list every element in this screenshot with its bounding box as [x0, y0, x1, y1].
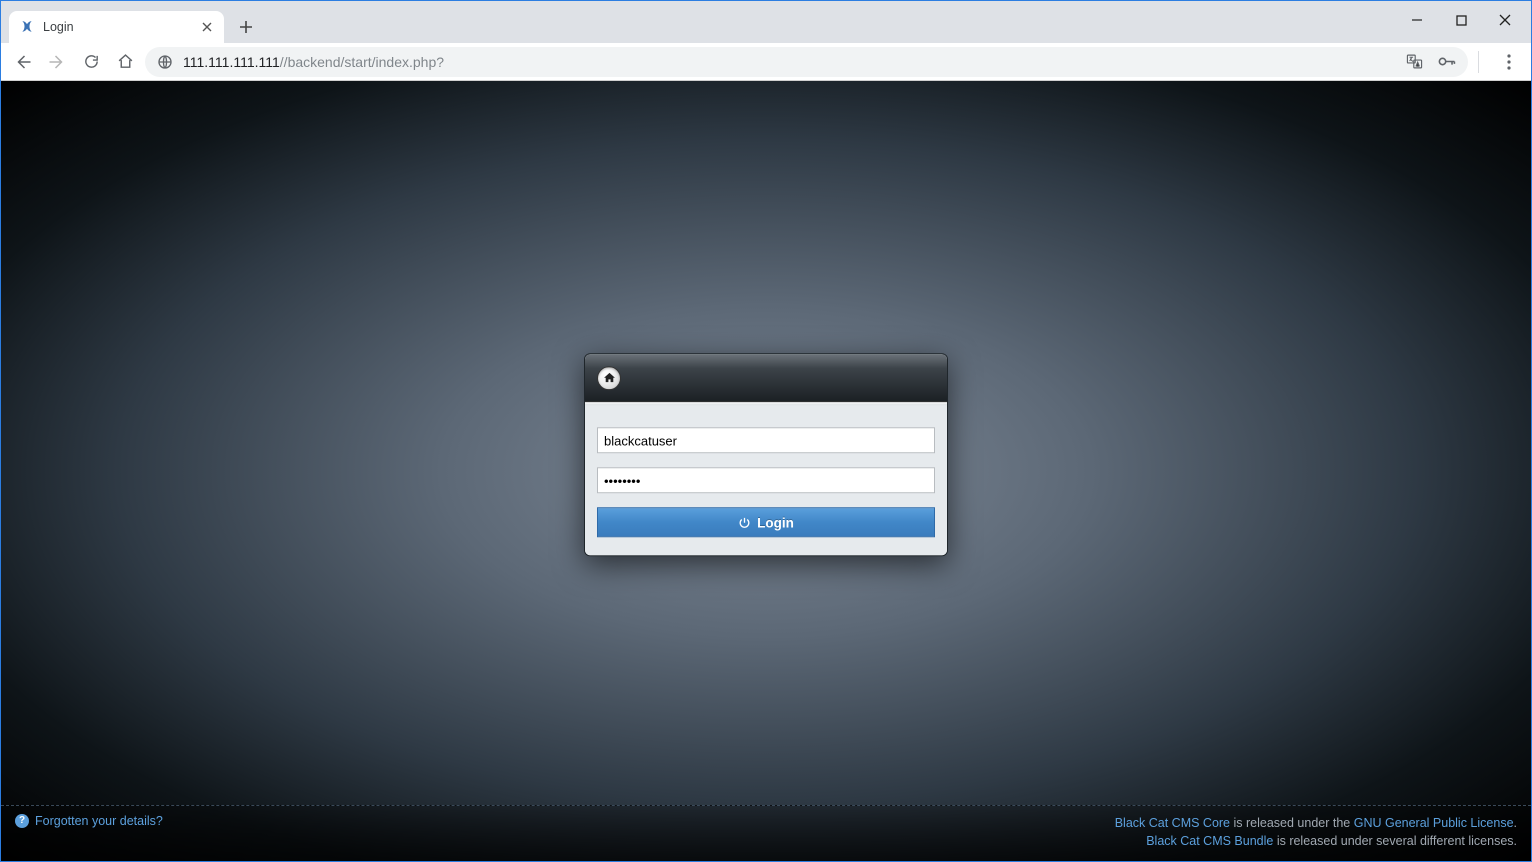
window-controls [1395, 1, 1527, 39]
tab-favicon-icon [19, 19, 35, 35]
toolbar-separator [1478, 51, 1479, 73]
nav-back-button[interactable] [9, 48, 37, 76]
login-form: Login [585, 405, 947, 555]
login-dialog: Login [584, 353, 948, 556]
power-icon [738, 516, 751, 529]
close-window-button[interactable] [1483, 5, 1527, 35]
gpl-link[interactable]: GNU General Public License [1354, 816, 1514, 830]
help-icon: ? [15, 814, 29, 828]
page-footer: ? Forgotten your details? Black Cat CMS … [1, 805, 1531, 862]
page-viewport: Login ? Forgotten your details? Black Ca… [1, 81, 1531, 861]
browser-tab[interactable]: Login [9, 11, 224, 43]
site-info-icon[interactable] [157, 54, 173, 70]
tab-strip: Login [1, 1, 1531, 43]
maximize-button[interactable] [1439, 5, 1483, 35]
footer-line-2: Black Cat CMS Bundle is released under s… [1115, 832, 1517, 851]
reload-button[interactable] [77, 48, 105, 76]
login-button-label: Login [757, 515, 794, 530]
url-text: 111.111.111.111//backend/start/index.php… [183, 54, 444, 70]
translate-icon[interactable] [1406, 53, 1423, 70]
url-path: //backend/start/index.php? [280, 54, 444, 70]
url-host: 111.111.111.111 [183, 54, 280, 70]
nav-forward-button[interactable] [43, 48, 71, 76]
password-key-icon[interactable] [1437, 52, 1456, 71]
home-icon[interactable] [597, 366, 621, 390]
cms-bundle-link[interactable]: Black Cat CMS Bundle [1146, 834, 1273, 848]
password-input[interactable] [597, 467, 935, 493]
browser-toolbar: 111.111.111.111//backend/start/index.php… [1, 43, 1531, 81]
username-input[interactable] [597, 427, 935, 453]
browser-window: Login [0, 0, 1532, 862]
new-tab-button[interactable] [232, 13, 260, 41]
forgot-details-link[interactable]: Forgotten your details? [35, 814, 163, 828]
address-bar[interactable]: 111.111.111.111//backend/start/index.php… [145, 47, 1468, 77]
browser-menu-button[interactable] [1495, 48, 1523, 76]
close-tab-icon[interactable] [200, 20, 214, 34]
footer-line-1: Black Cat CMS Core is released under the… [1115, 814, 1517, 833]
login-header [585, 354, 947, 402]
home-button[interactable] [111, 48, 139, 76]
cms-core-link[interactable]: Black Cat CMS Core [1115, 816, 1230, 830]
tab-title: Login [43, 20, 192, 34]
login-button[interactable]: Login [597, 507, 935, 537]
minimize-button[interactable] [1395, 5, 1439, 35]
